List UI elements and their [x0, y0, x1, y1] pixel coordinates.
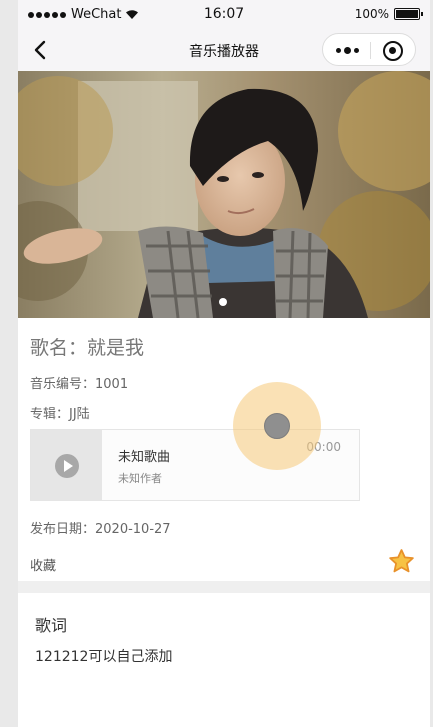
- banner-swiper[interactable]: [18, 71, 430, 318]
- star-icon[interactable]: [388, 548, 415, 575]
- song-title: 歌名：就是我: [30, 337, 145, 359]
- lyrics-text: 121212可以自己添加: [35, 649, 173, 665]
- lyrics-panel: 歌词 121212可以自己添加: [18, 593, 430, 727]
- nav-bar: 音乐播放器: [18, 30, 430, 70]
- status-right: 100%: [354, 7, 423, 21]
- status-bar: WeChat 16:07 100%: [18, 0, 430, 30]
- more-icon[interactable]: [333, 42, 361, 59]
- player-cover[interactable]: [31, 430, 102, 500]
- battery-icon: [394, 8, 423, 20]
- player-song-name: 未知歌曲: [118, 450, 171, 465]
- phone-screen: WeChat 16:07 100% 音乐播放器 歌名：就是我 音乐编号：1001…: [18, 0, 430, 727]
- play-icon[interactable]: [55, 454, 79, 478]
- touch-point: [264, 413, 290, 439]
- song-code: 音乐编号：1001: [30, 377, 129, 392]
- release-date: 发布日期：2020-10-27: [30, 522, 171, 537]
- favorite-label: 收藏: [30, 559, 57, 574]
- swiper-indicator-dot[interactable]: [219, 298, 227, 306]
- player-author: 未知作者: [118, 472, 162, 485]
- song-album: 专辑：JJ陆: [30, 407, 90, 422]
- battery-label: 100%: [354, 7, 389, 21]
- section-divider: [18, 581, 430, 593]
- lyrics-title: 歌词: [35, 616, 68, 635]
- capsule-divider: [370, 42, 371, 59]
- mini-program-capsule: [322, 33, 416, 66]
- close-mini-program-icon[interactable]: [383, 41, 403, 61]
- album-cover-image: [18, 71, 430, 318]
- song-info-panel: 歌名：就是我 音乐编号：1001 专辑：JJ陆 未知歌曲 未知作者 00:00 …: [18, 318, 430, 581]
